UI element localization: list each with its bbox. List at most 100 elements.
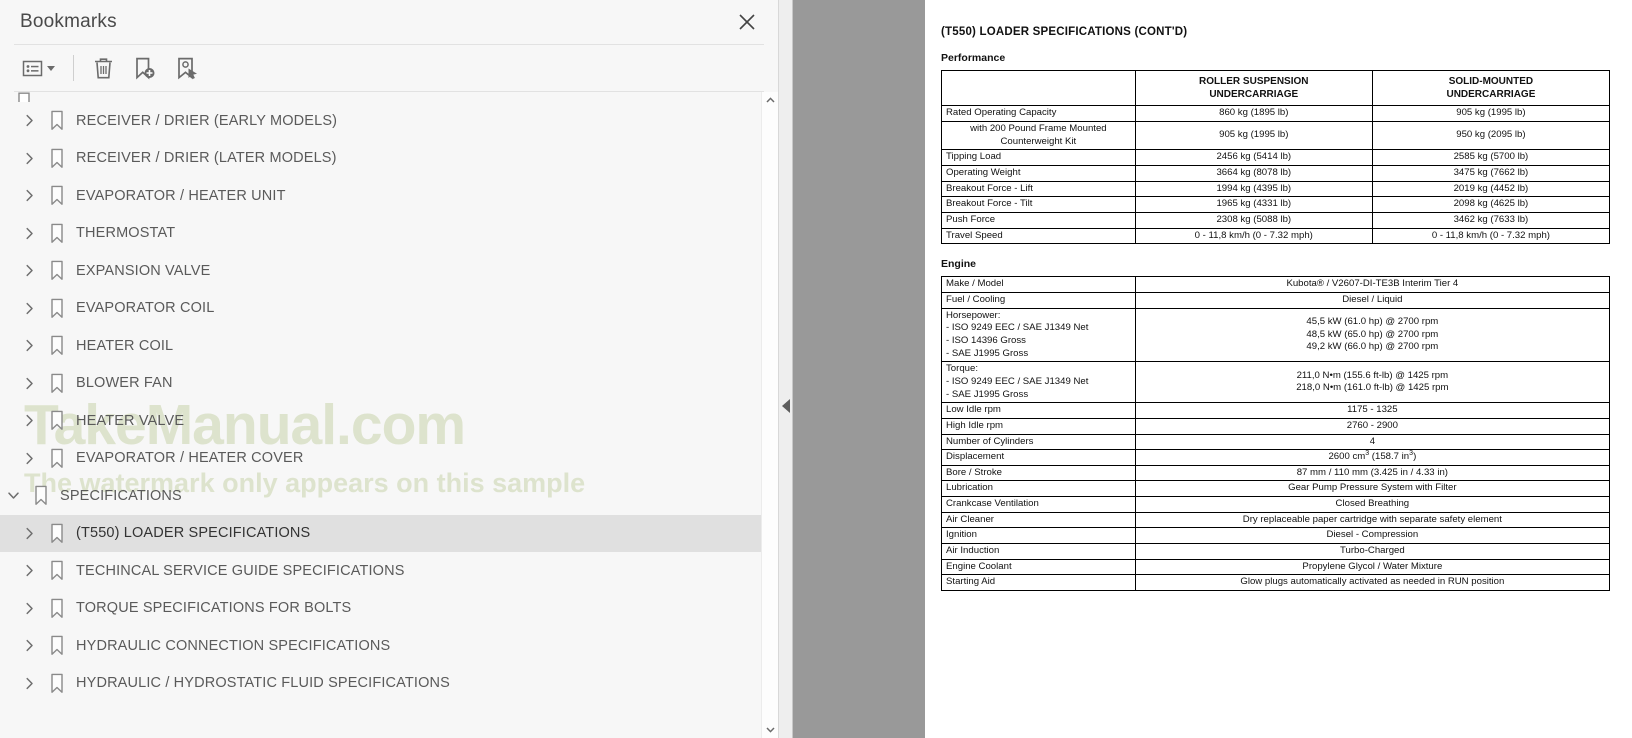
bookmark-options-button[interactable]: [12, 49, 64, 87]
bookmark-icon: [51, 560, 63, 581]
expand-toggle-collapsed[interactable]: [16, 520, 42, 546]
performance-column-header: ROLLER SUSPENSION UNDERCARRIAGE: [1134, 69, 1373, 107]
expand-toggle-expanded[interactable]: [0, 483, 26, 509]
row-value: Dry replaceable paper cartridge with sep…: [1134, 511, 1611, 529]
bookmark-item[interactable]: HYDRAULIC CONNECTION SPECIFICATIONS: [0, 627, 761, 665]
engine-heading: Engine: [941, 258, 977, 271]
table-row: Torque: - ISO 9249 EEC / SAE J1349 Net -…: [941, 361, 1611, 404]
bookmark-icon-wrap: [42, 295, 72, 321]
bookmark-item[interactable]: SPECIFICATIONS: [0, 477, 761, 515]
chevron-down-icon: [766, 727, 775, 733]
row-label: Bore / Stroke: [941, 464, 1136, 482]
document-viewer[interactable]: (T550) LOADER SPECIFICATIONS (CONT'D) Pe…: [793, 0, 1632, 738]
expand-toggle-collapsed[interactable]: [16, 145, 42, 171]
row-label: Breakout Force - Lift: [941, 180, 1136, 198]
chevron-right-icon: [25, 152, 33, 164]
row-label: Torque: - ISO 9249 EEC / SAE J1349 Net -…: [941, 361, 1136, 404]
expand-toggle-collapsed[interactable]: [16, 220, 42, 246]
bookmark-item[interactable]: BLOWER FAN: [0, 365, 761, 403]
bookmark-item[interactable]: THERMOSTAT: [0, 215, 761, 253]
bookmarks-scrollbar[interactable]: [761, 92, 778, 738]
bookmark-icon-wrap: [42, 370, 72, 396]
expand-toggle-collapsed[interactable]: [16, 445, 42, 471]
bookmark-item[interactable]: (T550) LOADER SPECIFICATIONS: [0, 514, 761, 552]
bookmark-item[interactable]: HEATER VALVE: [0, 402, 761, 440]
bookmark-item[interactable]: TORQUE SPECIFICATIONS FOR BOLTS: [0, 590, 761, 628]
expand-toggle-collapsed[interactable]: [16, 295, 42, 321]
expand-toggle-collapsed[interactable]: [16, 633, 42, 659]
table-row: Operating Weight 3664 kg (8078 lb) 3475 kg…: [941, 165, 1611, 182]
bookmark-icon-wrap: [42, 220, 72, 246]
row-value: 2760 - 2900: [1134, 417, 1611, 435]
chevron-right-icon: [25, 377, 33, 389]
bookmark-icon-wrap: [42, 595, 72, 621]
expand-toggle-collapsed[interactable]: [16, 408, 42, 434]
expand-toggle-collapsed[interactable]: [16, 595, 42, 621]
scroll-down-button[interactable]: [762, 721, 778, 738]
new-bookmark-button[interactable]: [125, 49, 165, 87]
expand-toggle-collapsed[interactable]: [16, 558, 42, 584]
expand-toggle-collapsed[interactable]: [16, 370, 42, 396]
row-value: Glow plugs automatically activated as ne…: [1134, 574, 1611, 592]
table-row: Number of Cylinders 4: [941, 433, 1611, 451]
row-label: Make / Model: [941, 276, 1136, 293]
panel-splitter[interactable]: [779, 0, 793, 738]
table-row: with 200 Pound Frame Mounted Counterweig…: [941, 121, 1611, 151]
bookmark-item-label: TECHINCAL SERVICE GUIDE SPECIFICATIONS: [76, 562, 405, 579]
row-label: Number of Cylinders: [941, 433, 1136, 451]
pdf-page: (T550) LOADER SPECIFICATIONS (CONT'D) Pe…: [925, 0, 1632, 738]
chevron-right-icon: [25, 602, 33, 614]
row-label: Fuel / Cooling: [941, 291, 1136, 309]
row-value: 1994 kg (4395 lb): [1134, 180, 1373, 198]
expand-toggle-collapsed[interactable]: [16, 333, 42, 359]
bookmark-icon-wrap: [42, 258, 72, 284]
bookmark-item[interactable]: HEATER COIL: [0, 327, 761, 365]
delete-bookmark-button[interactable]: [83, 49, 123, 87]
row-label: Breakout Force - Tilt: [941, 196, 1136, 213]
bookmark-icon-wrap: [42, 670, 72, 696]
bookmark-item[interactable]: RECEIVER / DRIER (EARLY MODELS): [0, 102, 761, 140]
bookmark-icon: [51, 335, 63, 356]
select-bookmark-button[interactable]: [167, 49, 207, 87]
collapse-panel-button[interactable]: [781, 398, 791, 414]
table-row: Air Induction Turbo-Charged: [941, 543, 1611, 560]
row-label: Low Idle rpm: [941, 402, 1136, 419]
row-value: 0 - 11,8 km/h (0 - 7.32 mph): [1371, 227, 1611, 245]
bookmark-icon: [51, 260, 63, 281]
bookmark-icon: [51, 110, 63, 131]
bookmarks-tree: RECEIVER / DRIER (EARLY MODELS) RECEIVER …: [0, 92, 761, 738]
expand-toggle-collapsed[interactable]: [16, 258, 42, 284]
bookmark-item[interactable]: EVAPORATOR / HEATER COVER: [0, 440, 761, 478]
bookmark-item[interactable]: EVAPORATOR / HEATER UNIT: [0, 177, 761, 215]
bookmark-icon-wrap: [42, 520, 72, 546]
performance-column-header: [941, 69, 1136, 107]
bookmark-item-label: EXPANSION VALVE: [76, 262, 211, 279]
row-label: Lubrication: [941, 480, 1136, 498]
bookmark-icon: [51, 673, 63, 693]
row-value: Propylene Glycol / Water Mixture: [1134, 558, 1611, 576]
table-row: Starting Aid Glow plugs automatically act…: [941, 574, 1611, 592]
bookmark-item-label: RECEIVER / DRIER (EARLY MODELS): [76, 112, 338, 129]
performance-column-header: SOLID-MOUNTED UNDERCARRIAGE: [1371, 69, 1611, 107]
close-icon: [739, 14, 755, 30]
close-panel-button[interactable]: [734, 9, 760, 35]
bookmark-item[interactable]: HYDRAULIC / HYDROSTATIC FLUID SPECIFICAT…: [0, 665, 761, 703]
bookmark-item[interactable]: EVAPORATOR COIL: [0, 290, 761, 328]
bookmark-item[interactable]: RECEIVER / DRIER (LATER MODELS): [0, 140, 761, 178]
bookmark-item[interactable]: TECHINCAL SERVICE GUIDE SPECIFICATIONS: [0, 552, 761, 590]
chevron-right-icon: [25, 190, 33, 202]
expand-toggle-collapsed[interactable]: [16, 183, 42, 209]
bookmark-item[interactable]: EXPANSION VALVE: [0, 252, 761, 290]
row-value: 4: [1134, 433, 1611, 451]
scroll-up-button[interactable]: [762, 92, 778, 109]
engine-table-body: Make / Model Kubota® / V2607-DI-TE3B Inte…: [941, 276, 1611, 592]
row-value: 2585 kg (5700 lb): [1371, 149, 1611, 166]
table-row: Engine Coolant Propylene Glycol / Water M…: [941, 558, 1611, 576]
row-label: Operating Weight: [941, 165, 1136, 182]
expand-toggle-collapsed[interactable]: [16, 670, 42, 696]
row-value: 2019 kg (4452 lb): [1371, 180, 1611, 198]
expand-toggle-collapsed[interactable]: [16, 108, 42, 134]
chevron-down-icon: [7, 492, 19, 499]
chevron-right-icon: [25, 227, 33, 239]
bookmark-icon-wrap: [42, 558, 72, 584]
